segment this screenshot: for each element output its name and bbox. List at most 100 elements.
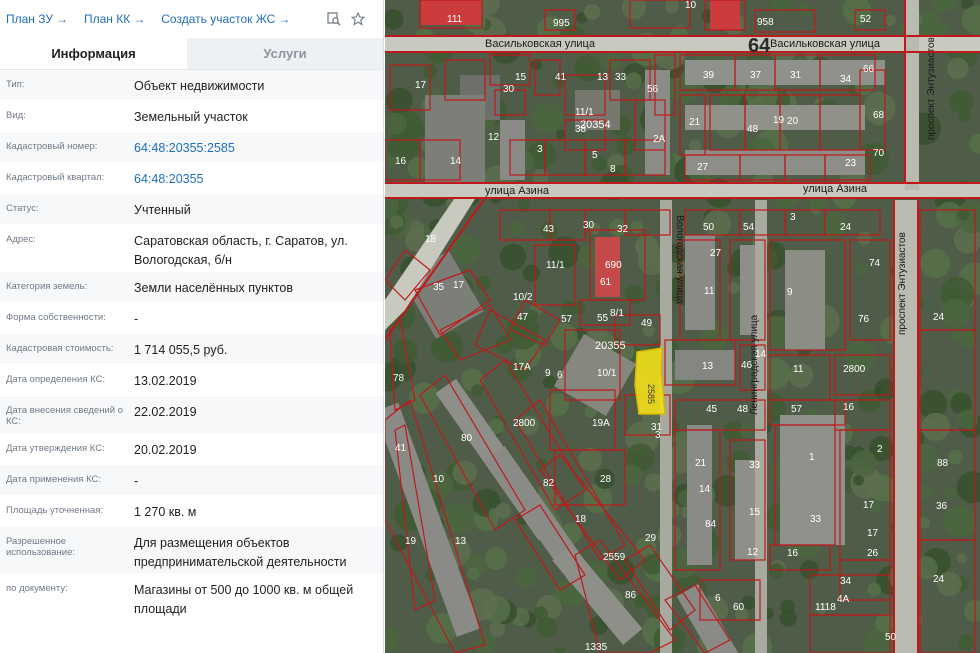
parcel-number: 2 [877,444,883,455]
parcel-number: 55 [597,313,609,324]
quarter-label-20355: 20355 [595,340,626,352]
info-row: Дата применения КС: - [0,465,383,496]
info-value: 20.02.2019 [134,443,197,457]
tree-blob [555,646,566,653]
tree-blob [385,112,407,135]
tree-blob [408,382,440,414]
parcel-number: 14 [755,349,767,360]
parcel-number: 18 [575,514,587,525]
info-value: 22.02.2019 [134,405,197,419]
parcel-number: 74 [869,258,881,269]
info-value: 1 270 кв. м [134,505,197,519]
info-row: Статус: Учтенный [0,194,383,225]
tab-information[interactable]: Информация [0,38,187,69]
info-label: Адрес: [6,234,36,245]
region-code-label: 64 [748,35,771,57]
parcel-number: 39 [703,70,715,81]
parcel-number: 76 [858,314,870,325]
info-value: Магазины от 500 до 1000 кв. м общей площ… [134,583,354,616]
parcel-number: 68 [873,110,885,121]
selected-parcel[interactable] [634,347,666,415]
parcel-number: 80 [461,433,473,444]
plan-kk-link[interactable]: План КК → [84,12,145,26]
info-row: Дата утверждения КС: 20.02.2019 [0,434,383,465]
parcel-number: 27 [710,248,722,259]
parcel-number: 34 [840,576,852,587]
info-row: Категория земель: Земли населённых пункто… [0,272,383,303]
parcel-number: 111 [447,14,463,25]
info-label: Тип: [6,79,25,90]
parcel-number: 37 [750,70,762,81]
info-label: Разрешенное использование: [6,536,76,558]
tree-blob [484,547,508,571]
info-row: Площадь уточненная: 1 270 кв. м [0,496,383,527]
parcel-number: 49 [641,318,653,329]
tree-blob [522,264,540,282]
tree-blob [956,553,967,564]
parcel-number: 24 [933,574,945,585]
star-icon[interactable] [350,11,366,26]
tree-blob [471,384,484,397]
street-entuziastov-1: проспект Энтузиастов [926,37,937,140]
tree-blob [625,72,642,89]
parcel-number: 17 [863,500,875,511]
parcel-number: 21 [695,458,707,469]
parcel-number: 66 [863,64,875,75]
street-entuziastov-2: проспект Энтузиастов [897,232,908,335]
parcel-number: 6 [557,370,563,381]
parcel-number: 35 [433,282,445,293]
parcel-number: 3 [537,144,543,155]
tab-bar: Информация Услуги [0,38,383,70]
tree-blob [532,102,563,133]
parcel-number: 16 [395,156,407,167]
parcel-number: 38 [575,124,587,135]
tree-blob [748,87,759,99]
tree-blob [495,502,511,519]
tree-blob [919,485,933,499]
info-value-link[interactable]: 64:48:20355:2585 [128,132,383,162]
search-layer-icon[interactable] [327,12,341,26]
plan-zu-link[interactable]: План ЗУ → [6,12,68,26]
info-row: Дата определения КС: 13.02.2019 [0,365,383,396]
info-value: 1 714 055,5 руб. [134,343,228,357]
parcel-number: 84 [705,519,717,530]
parcel-number: 41 [395,443,407,454]
cadastral-map[interactable]: 2585 Васильковская улица Васильковская у… [385,0,980,653]
parcel-number: 30 [503,84,515,95]
tree-blob [964,599,980,623]
tree-blob [578,447,603,472]
tree-blob [572,301,585,315]
info-row: Вид: Земельный участок [0,101,383,132]
tree-blob [516,566,538,588]
info-label: по документу: [6,583,68,594]
tree-blob [739,424,753,438]
parcel-number: 13 [455,536,467,547]
parcel-number: 12 [488,132,500,143]
tree-blob [768,563,784,579]
tree-blob [867,582,881,597]
parcel-number: 2A [653,134,666,145]
create-parcel-link[interactable]: Создать участок ЖС → [161,12,290,26]
parcel-number: 88 [937,458,949,469]
parcel-number: 15 [749,507,761,518]
parcel-number: 47 [517,312,529,323]
tree-blob [550,323,578,351]
tree-blob [630,220,644,234]
parcel-number: 13 [597,72,609,83]
parcel-number: 33 [749,460,761,471]
info-row: Тип: Объект недвижимости [0,70,383,101]
tab-services[interactable]: Услуги [187,38,383,69]
parcel-number: 17A [513,362,531,373]
parcel-number: 70 [873,148,885,159]
map-canvas[interactable]: 2585 Васильковская улица Васильковская у… [385,0,980,653]
tree-blob [664,0,679,14]
tree-blob [940,298,970,328]
info-label: Кадастровая стоимость: [6,343,114,354]
info-row: Адрес: Саратовская область, г. Саратов, у… [0,225,383,272]
street-vologodskaya: Вологодская улица [674,215,685,304]
info-label: Дата применения КС: [6,474,102,485]
info-value: 13.02.2019 [134,374,197,388]
tree-blob [727,282,740,295]
info-value-link[interactable]: 64:48:20355 [128,163,383,193]
parcel-number: 3 [790,212,796,223]
